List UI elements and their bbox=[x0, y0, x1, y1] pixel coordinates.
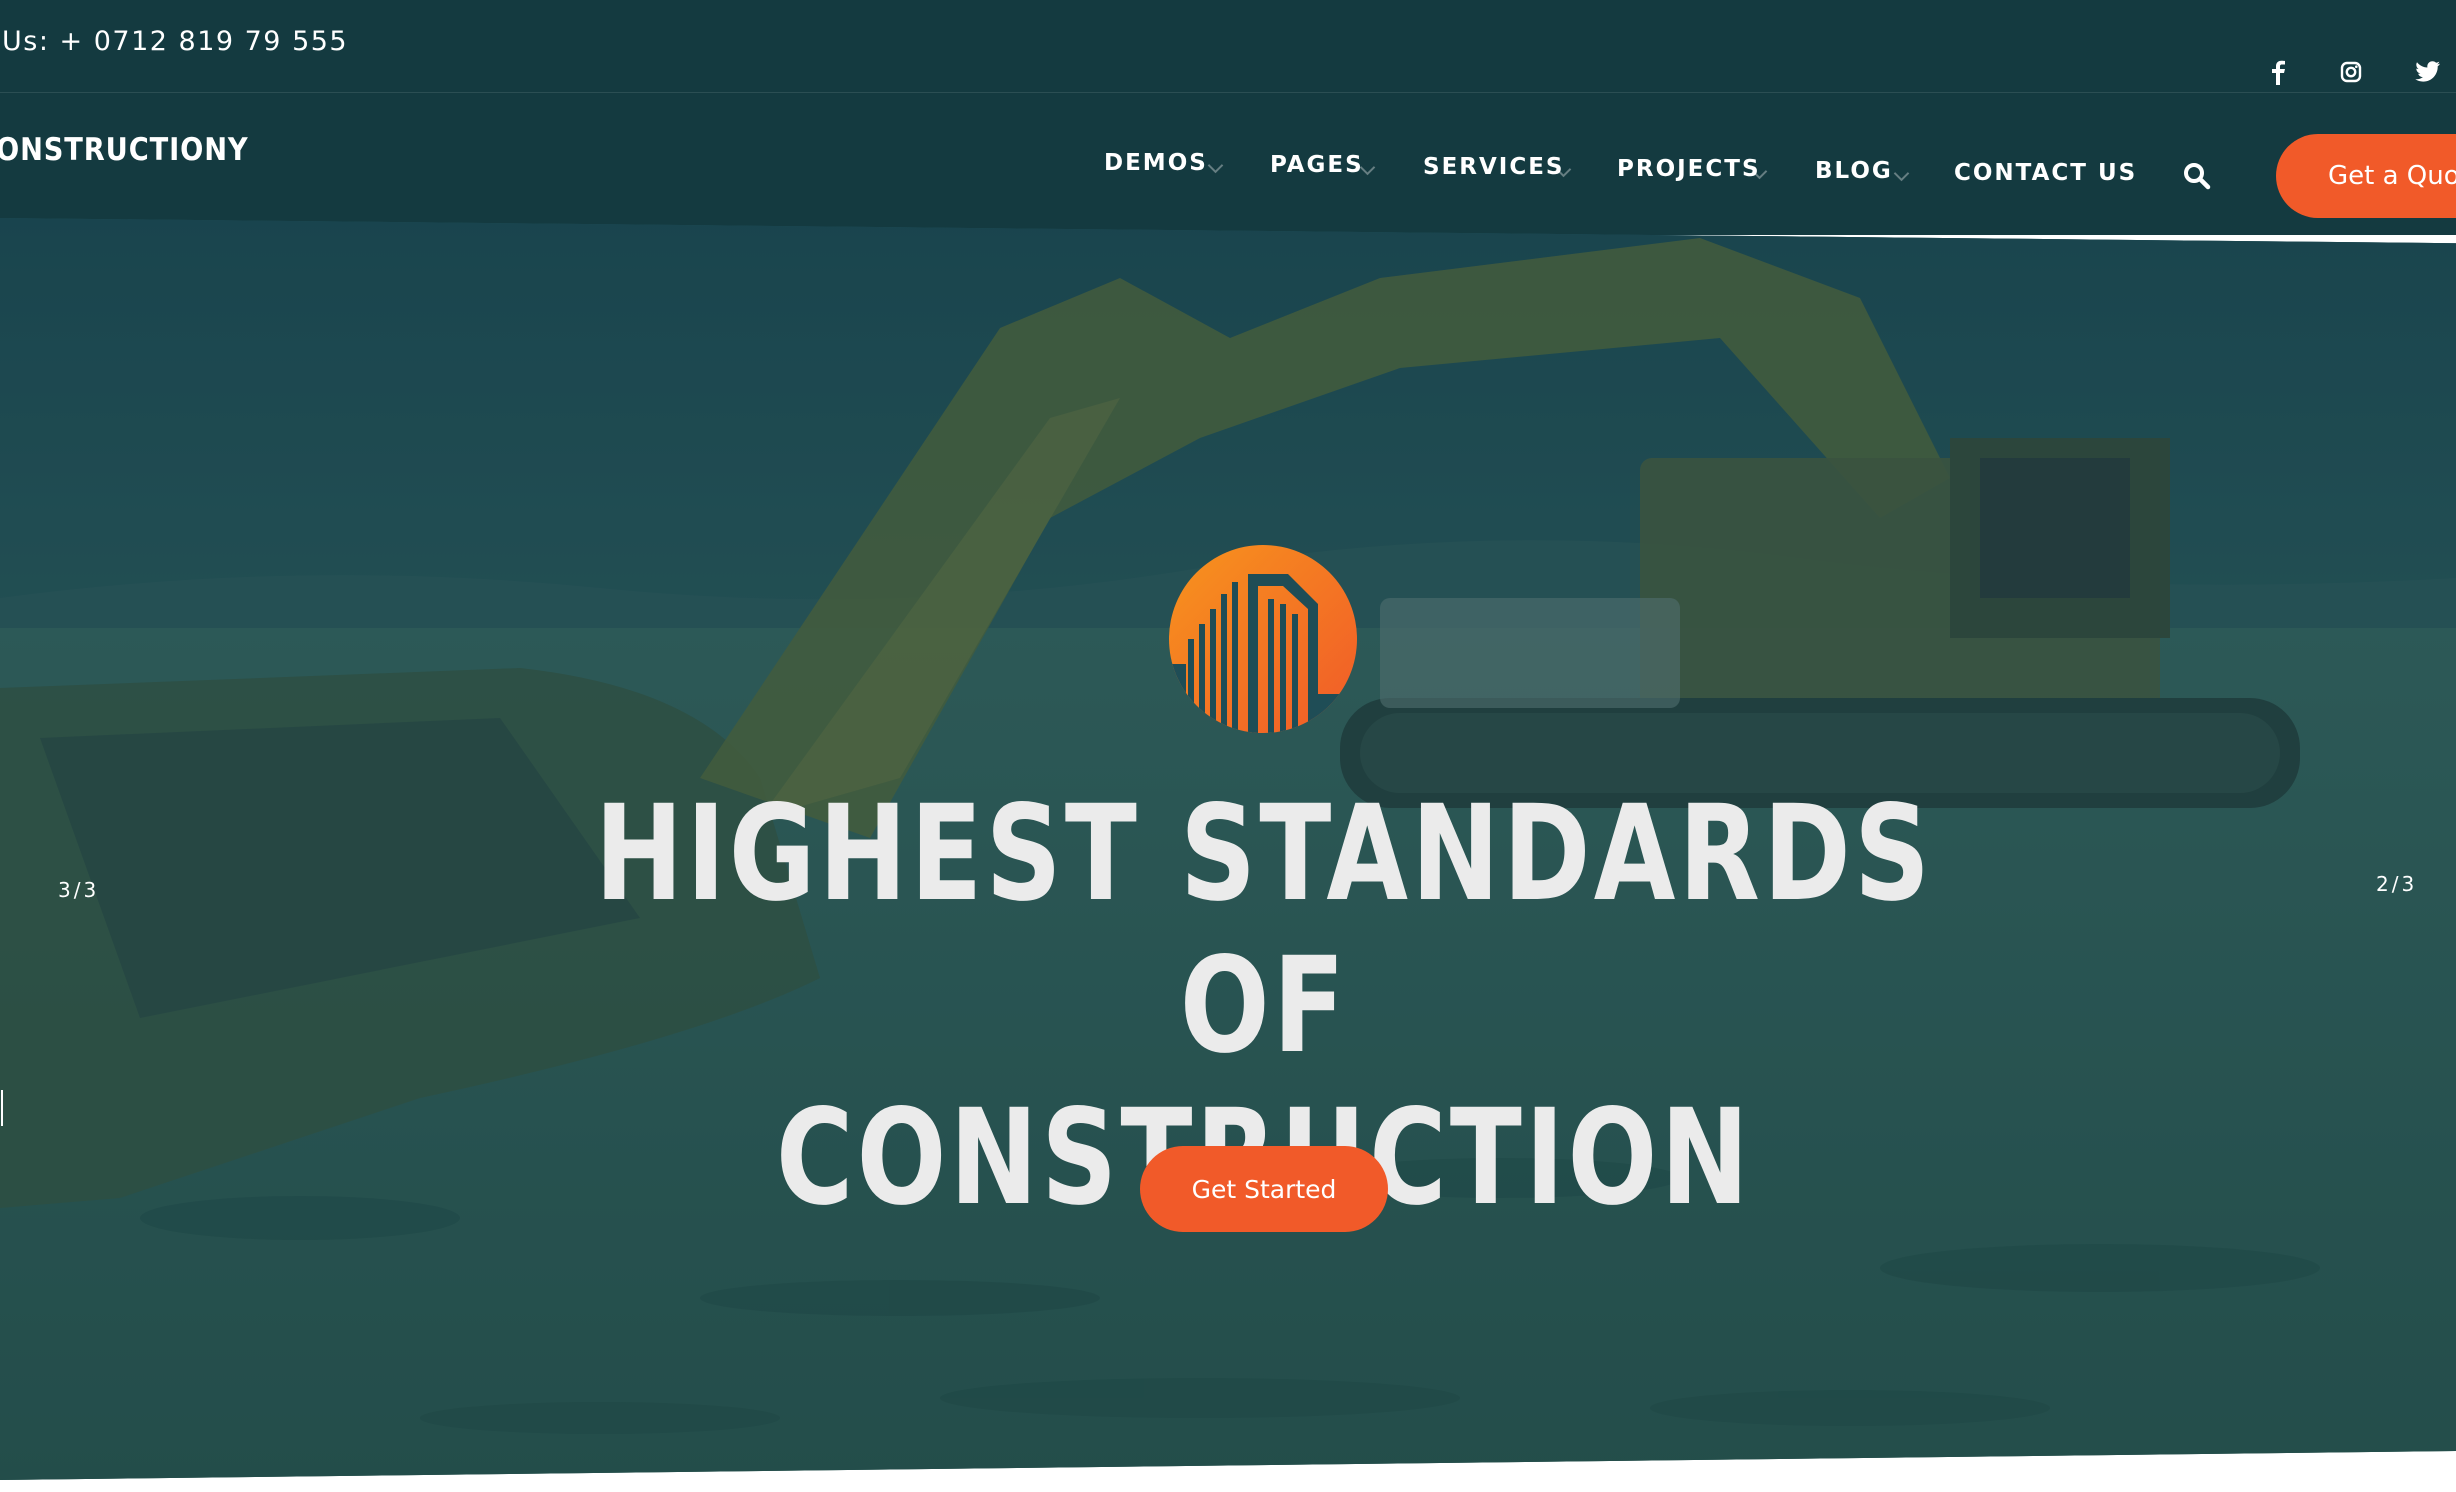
chevron-down-icon bbox=[1893, 165, 1910, 182]
building-emblem-icon bbox=[1169, 545, 1357, 733]
get-a-quote-button[interactable]: Get a Quote bbox=[2276, 134, 2456, 218]
prev-slide-counter[interactable]: 3/3 bbox=[58, 878, 99, 902]
page: Us: + 0712 819 79 555 ONSTRUCTIONY DEMOS… bbox=[0, 0, 2456, 1492]
contact-phone[interactable]: Us: + 0712 819 79 555 bbox=[2, 26, 348, 57]
instagram-icon[interactable] bbox=[2333, 54, 2369, 90]
site-header: Us: + 0712 819 79 555 ONSTRUCTIONY DEMOS… bbox=[0, 0, 2456, 235]
nav-blog[interactable]: BLOG bbox=[1815, 158, 1893, 184]
search-icon[interactable] bbox=[2182, 161, 2212, 191]
hero-slider: HIGHEST STANDARDS OF CONSTRUCTION Get St… bbox=[0, 218, 2456, 1480]
nav-contact-us[interactable]: CONTACT US bbox=[1954, 160, 2137, 186]
twitter-icon[interactable] bbox=[2410, 54, 2446, 90]
prev-arrow-icon[interactable] bbox=[0, 1088, 6, 1128]
chevron-down-icon bbox=[1207, 157, 1224, 174]
nav-demos[interactable]: DEMOS bbox=[1104, 150, 1208, 176]
next-slide-counter[interactable]: 2/3 bbox=[2376, 872, 2417, 896]
nav-pages[interactable]: PAGES bbox=[1270, 152, 1364, 178]
top-bar: Us: + 0712 819 79 555 bbox=[0, 0, 2456, 93]
nav-projects[interactable]: PROJECTS bbox=[1617, 156, 1761, 182]
nav-services[interactable]: SERVICES bbox=[1423, 154, 1565, 180]
site-logo[interactable]: ONSTRUCTIONY bbox=[0, 132, 249, 168]
facebook-icon[interactable] bbox=[2260, 54, 2296, 90]
get-started-button[interactable]: Get Started bbox=[1140, 1146, 1388, 1232]
hero-title-line-1: HIGHEST STANDARDS OF bbox=[594, 777, 1934, 1083]
